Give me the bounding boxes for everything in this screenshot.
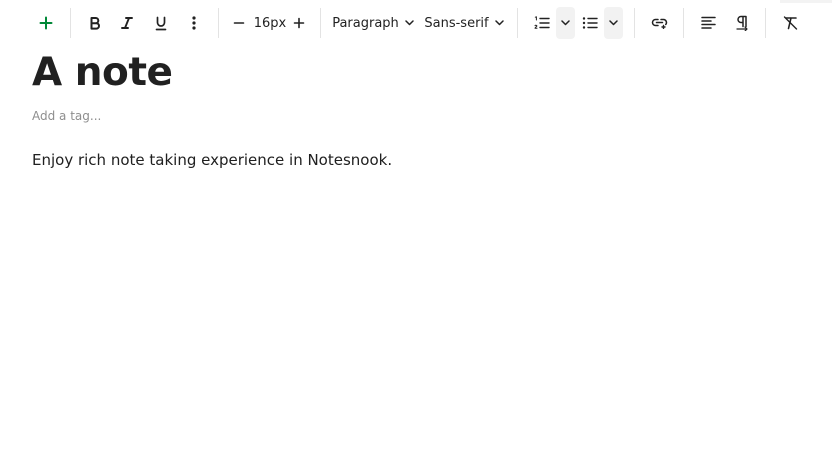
note-title[interactable]: A note xyxy=(32,48,173,98)
italic-icon xyxy=(121,17,133,29)
text-alignment-button[interactable] xyxy=(696,7,720,39)
bulleted-list-icon xyxy=(582,17,598,29)
plus-icon xyxy=(293,17,305,29)
note-body[interactable]: Enjoy rich note taking experience in Not… xyxy=(32,149,392,171)
clear-formatting-button[interactable] xyxy=(778,7,802,39)
underline-icon xyxy=(155,16,167,30)
chevron-down-icon xyxy=(494,20,504,26)
font-family-label: Sans-serif xyxy=(424,15,489,31)
toolbar-separator xyxy=(683,8,684,38)
bulleted-list-button[interactable] xyxy=(578,7,602,39)
more-formatting-button[interactable] xyxy=(182,7,206,39)
bold-icon xyxy=(90,17,100,30)
italic-button[interactable] xyxy=(114,7,140,39)
chevron-down-icon xyxy=(561,20,570,26)
align-left-icon xyxy=(700,16,716,29)
font-size-value: 16px xyxy=(253,7,287,39)
text-direction-button[interactable] xyxy=(730,7,754,39)
toolbar-separator xyxy=(517,8,518,38)
add-tag-input[interactable] xyxy=(32,106,332,126)
insert-button[interactable] xyxy=(32,7,59,39)
toolbar-separator xyxy=(765,8,766,38)
increase-font-size-button[interactable] xyxy=(288,7,310,39)
underline-button[interactable] xyxy=(148,7,174,39)
insert-link-button[interactable] xyxy=(646,7,672,39)
toolbar-separator xyxy=(218,8,219,38)
paragraph-direction-icon xyxy=(736,15,748,31)
block-type-dropdown[interactable]: Paragraph xyxy=(332,7,414,39)
toolbar-separator xyxy=(320,8,321,38)
numbered-list-button[interactable] xyxy=(530,7,554,39)
chevron-down-icon xyxy=(609,20,618,26)
numbered-list-icon xyxy=(534,16,550,29)
window-corner-strip xyxy=(780,0,832,3)
bold-button[interactable] xyxy=(82,7,108,39)
font-family-dropdown[interactable]: Sans-serif xyxy=(424,7,504,39)
chevron-down-icon xyxy=(405,20,414,26)
toolbar-separator xyxy=(634,8,635,38)
numbered-list-options-button[interactable] xyxy=(556,7,575,39)
link-icon xyxy=(651,18,667,29)
clear-formatting-icon xyxy=(783,16,797,30)
decrease-font-size-button[interactable] xyxy=(228,7,250,39)
block-type-label: Paragraph xyxy=(332,15,399,31)
more-vertical-icon xyxy=(192,16,196,30)
note-editor: 16px Paragraph Sans-serif A note Add a t… xyxy=(0,0,832,450)
minus-icon xyxy=(233,22,245,24)
plus-icon xyxy=(39,16,52,30)
font-size-label: 16px xyxy=(253,15,287,31)
bulleted-list-options-button[interactable] xyxy=(604,7,623,39)
editor-toolbar: 16px Paragraph Sans-serif xyxy=(0,0,832,46)
toolbar-separator xyxy=(70,8,71,38)
